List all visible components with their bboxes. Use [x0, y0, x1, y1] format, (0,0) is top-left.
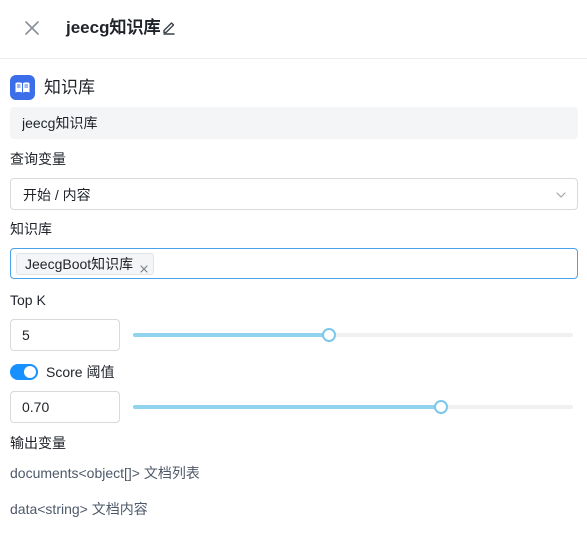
query-variable-select[interactable]: 开始 / 内容 [10, 178, 578, 210]
slider-handle[interactable] [434, 400, 448, 414]
score-slider[interactable] [133, 400, 573, 414]
score-toggle[interactable] [10, 364, 38, 380]
node-type-title: 知识库 [44, 78, 95, 97]
toggle-knob [24, 366, 36, 378]
knowledge-base-multiselect[interactable]: JeecgBoot知识库 [10, 248, 578, 279]
output-variables-label: 输出变量 [10, 435, 66, 451]
output-variable-item: data<string> 文档内容 [10, 501, 148, 517]
knowledge-base-tag-label: JeecgBoot知识库 [25, 256, 134, 272]
score-label: Score 阈值 [46, 364, 115, 380]
query-variable-label: 查询变量 [10, 151, 66, 167]
edit-pencil-icon[interactable] [160, 18, 178, 36]
score-input[interactable] [10, 391, 120, 423]
node-name-title: jeecg知识库 [66, 18, 161, 37]
slider-track [133, 333, 329, 337]
panel-header: jeecg知识库 [0, 0, 587, 59]
slider-track [133, 405, 441, 409]
knowledge-base-label: 知识库 [10, 221, 52, 237]
book-icon [10, 75, 35, 100]
tag-close-icon[interactable] [139, 259, 149, 273]
slider-handle[interactable] [321, 328, 336, 342]
knowledge-base-tag: JeecgBoot知识库 [16, 253, 155, 275]
chevron-down-icon [554, 188, 568, 202]
query-variable-value: 开始 / 内容 [23, 187, 91, 203]
top-k-slider[interactable] [133, 328, 573, 342]
top-k-label: Top K [10, 292, 46, 308]
close-icon[interactable] [20, 16, 44, 40]
node-name-input[interactable] [10, 107, 578, 139]
output-variable-item: documents<object[]> 文档列表 [10, 465, 200, 481]
top-k-input[interactable] [10, 319, 120, 351]
